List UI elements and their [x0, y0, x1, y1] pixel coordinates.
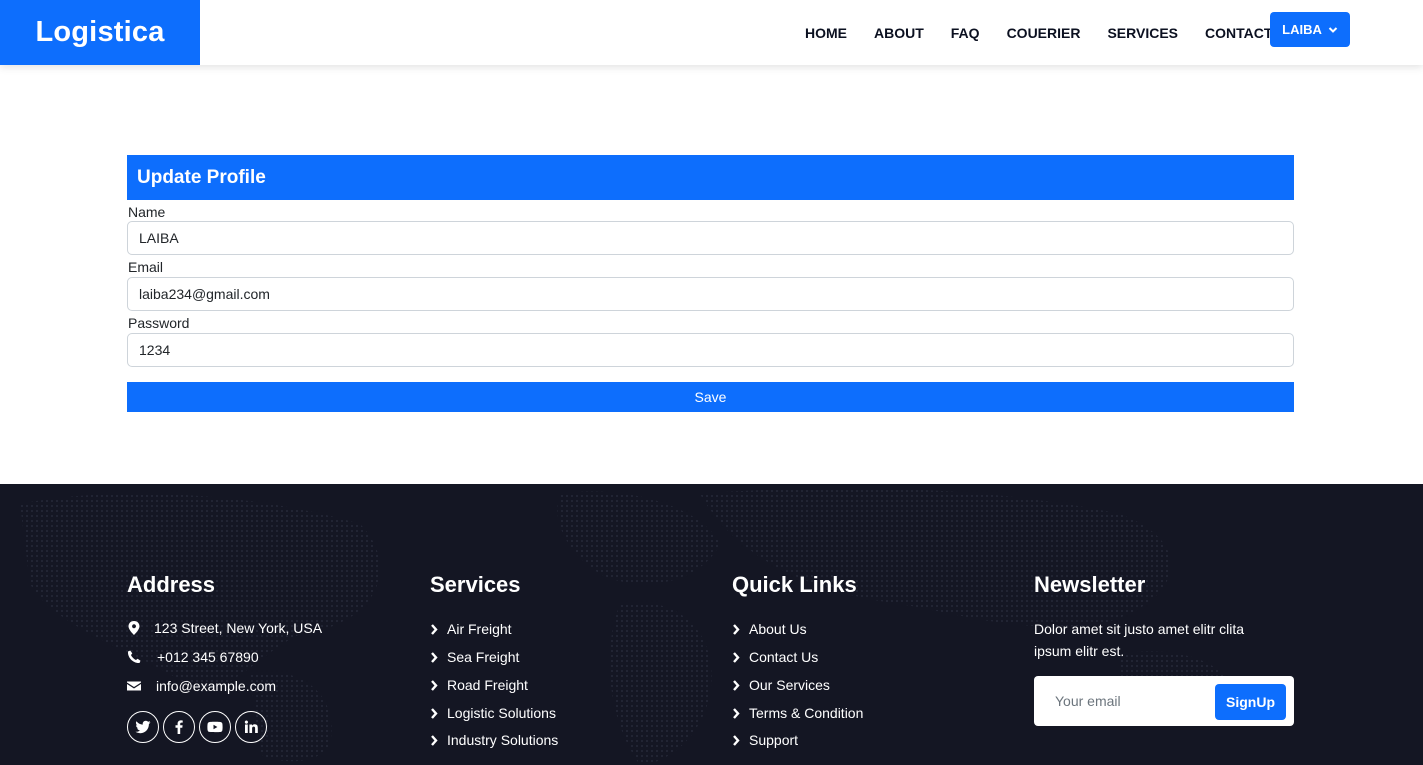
services-link-logistic-solutions[interactable]: Logistic Solutions	[430, 705, 556, 721]
chevron-right-icon	[733, 651, 740, 663]
footer-address-title: Address	[127, 572, 216, 597]
chevron-right-icon	[431, 623, 438, 635]
email-text: info@example.com	[156, 678, 277, 694]
address-phone: +012 345 67890	[127, 649, 259, 665]
nav-about[interactable]: ABOUT	[874, 25, 924, 41]
linkedin-button[interactable]	[235, 711, 267, 743]
map-marker-icon	[128, 621, 140, 635]
quick-link-our-services[interactable]: Our Services	[732, 677, 830, 693]
youtube-button[interactable]	[199, 711, 231, 743]
link-label: Logistic Solutions	[447, 705, 556, 721]
chevron-right-icon	[733, 734, 740, 746]
services-link-industry-solutions[interactable]: Industry Solutions	[430, 732, 558, 748]
facebook-icon	[175, 720, 183, 734]
nav-home[interactable]: HOME	[805, 25, 847, 41]
footer: Address 123 Street, New York, USA +012 3…	[0, 484, 1423, 765]
nav-faq[interactable]: FAQ	[951, 25, 980, 41]
link-label: Air Freight	[447, 621, 512, 637]
nav-menu: HOME ABOUT FAQ COUERIER SERVICES CONTACT	[805, 0, 1299, 65]
name-input[interactable]	[127, 221, 1294, 255]
services-link-sea-freight[interactable]: Sea Freight	[430, 649, 519, 665]
footer-newsletter-title: Newsletter	[1034, 572, 1146, 597]
password-label: Password	[128, 315, 190, 331]
services-link-air-freight[interactable]: Air Freight	[430, 621, 512, 637]
chevron-right-icon	[431, 651, 438, 663]
link-label: Sea Freight	[447, 649, 520, 665]
quick-link-about-us[interactable]: About Us	[732, 621, 807, 637]
envelope-icon	[127, 681, 141, 691]
chevron-right-icon	[431, 679, 438, 691]
footer-services-title: Services	[430, 572, 521, 597]
footer-quick-links-title: Quick Links	[732, 572, 857, 597]
quick-link-support[interactable]: Support	[732, 732, 798, 748]
phone-text: +012 345 67890	[157, 649, 259, 665]
address-street: 123 Street, New York, USA	[127, 620, 322, 636]
nav-services[interactable]: SERVICES	[1107, 25, 1178, 41]
nav-contact[interactable]: CONTACT	[1205, 25, 1272, 41]
email-label: Email	[128, 259, 164, 275]
linkedin-icon	[244, 720, 258, 733]
link-label: Road Freight	[447, 677, 528, 693]
social-links	[127, 711, 267, 743]
services-link-road-freight[interactable]: Road Freight	[430, 677, 528, 693]
newsletter-form: SignUp	[1034, 676, 1294, 726]
link-label: About Us	[749, 621, 807, 637]
link-label: Contact Us	[749, 649, 819, 665]
chevron-right-icon	[733, 679, 740, 691]
password-input[interactable]	[127, 333, 1294, 367]
facebook-button[interactable]	[163, 711, 195, 743]
name-label: Name	[128, 204, 166, 220]
twitter-icon	[135, 720, 151, 734]
chevron-right-icon	[431, 734, 438, 746]
nav-courier[interactable]: COUERIER	[1007, 25, 1081, 41]
phone-icon	[127, 650, 141, 664]
newsletter-text: Dolor amet sit justo amet elitr clita ip…	[1034, 621, 1245, 659]
chevron-right-icon	[733, 707, 740, 719]
quick-link-contact-us[interactable]: Contact Us	[732, 649, 818, 665]
chevron-right-icon	[733, 623, 740, 635]
user-dropdown-button[interactable]: LAIBA	[1270, 12, 1350, 47]
newsletter-email-input[interactable]	[1046, 686, 1206, 716]
brand-logo[interactable]: Logistica	[0, 0, 200, 65]
link-label: Support	[749, 732, 799, 748]
link-label: Industry Solutions	[447, 732, 559, 748]
chevron-right-icon	[431, 707, 438, 719]
user-name: LAIBA	[1282, 22, 1322, 37]
link-label: Terms & Condition	[749, 705, 864, 721]
twitter-button[interactable]	[127, 711, 159, 743]
chevron-down-icon	[1328, 26, 1338, 33]
youtube-icon	[207, 721, 223, 733]
street-text: 123 Street, New York, USA	[154, 620, 323, 636]
signup-button[interactable]: SignUp	[1215, 684, 1286, 720]
email-input[interactable]	[127, 277, 1294, 311]
quick-link-terms[interactable]: Terms & Condition	[732, 705, 863, 721]
form-title: Update Profile	[127, 155, 1294, 200]
top-navbar: Logistica HOME ABOUT FAQ COUERIER SERVIC…	[0, 0, 1423, 65]
save-button[interactable]: Save	[127, 382, 1294, 412]
link-label: Our Services	[749, 677, 830, 693]
address-email: info@example.com	[127, 678, 276, 694]
